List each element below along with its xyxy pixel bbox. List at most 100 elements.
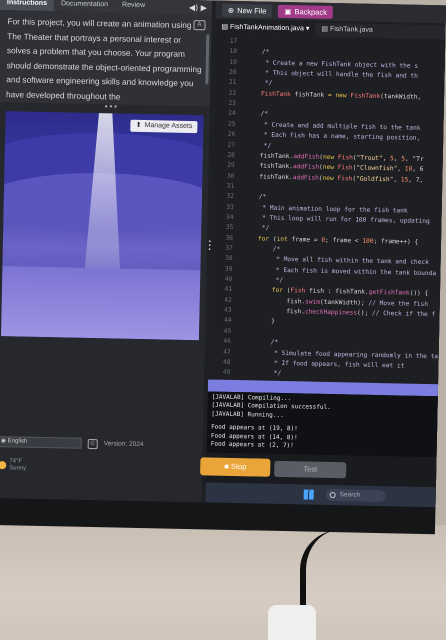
language-value: English xyxy=(7,438,28,445)
file-tab-fishtankanimation[interactable]: ▤ FishTankAnimation.java ▾ xyxy=(215,20,316,37)
stop-button[interactable]: ■ Stop xyxy=(200,457,271,477)
code-token: addFish xyxy=(293,153,320,161)
instructions-scrollbar[interactable] xyxy=(205,34,210,85)
theater-stage: ⬆ Manage Assets xyxy=(0,111,204,341)
code-token: */ xyxy=(243,224,270,232)
code-token: new xyxy=(322,153,339,161)
code-token: fish. xyxy=(241,307,305,316)
code-token: FishTank xyxy=(246,89,295,98)
line-number: 44 xyxy=(223,317,232,325)
code-token: FishTank xyxy=(350,92,381,100)
code-token: ; frame < xyxy=(324,236,363,245)
screen: Instructions Documentation Review ◀) ▶ F… xyxy=(0,0,446,508)
code-token: */ xyxy=(244,141,272,150)
search-icon xyxy=(329,492,336,499)
code-token: /* xyxy=(242,245,281,253)
code-token: /* xyxy=(240,338,279,347)
code-token: /* xyxy=(246,48,270,56)
version-label: Version: 2024 xyxy=(103,440,144,449)
line-number: 38 xyxy=(225,255,233,263)
code-token: 15 xyxy=(400,175,409,184)
console-output: [JAVALAB] Compiling... [JAVALAB] Compilat… xyxy=(206,391,446,459)
line-number: 21 xyxy=(228,79,237,87)
code-token: Fish xyxy=(337,153,353,162)
windows-start-icon[interactable] xyxy=(303,489,314,500)
desk-surface xyxy=(0,525,446,640)
line-number: 41 xyxy=(224,286,233,294)
footer-row: ◉ English © Version: 2024 xyxy=(0,436,144,450)
language-select[interactable]: ◉ English xyxy=(0,436,82,449)
backpack-button[interactable]: ▣ Backpack xyxy=(278,4,334,19)
manage-assets-button[interactable]: ⬆ Manage Assets xyxy=(130,119,198,134)
code-token: fish : fishTank. xyxy=(308,287,369,297)
line-number: 18 xyxy=(229,48,238,56)
translate-icon[interactable]: A xyxy=(193,20,206,31)
code-token: , 7, xyxy=(408,176,424,184)
line-number: 24 xyxy=(228,110,236,118)
copyright-icon[interactable]: © xyxy=(87,438,98,449)
manage-assets-label: Manage Assets xyxy=(144,122,193,131)
editor-toolbar: ⊕ New File ▣ Backpack xyxy=(215,0,446,24)
code-token: */ xyxy=(240,369,282,378)
code-token: for xyxy=(241,286,287,295)
line-number: 31 xyxy=(226,182,235,190)
code-token: , 6 xyxy=(412,165,424,174)
code-token: , xyxy=(393,155,402,163)
code-token: fish. xyxy=(241,296,306,306)
line-number: 25 xyxy=(227,120,236,128)
weather-desc: Sunny xyxy=(9,465,27,472)
code-editor[interactable]: 17 18 /* 19 * Create a new FishTank object… xyxy=(208,36,446,382)
plus-icon: ⊕ xyxy=(227,5,235,15)
search-placeholder: Search xyxy=(339,491,361,499)
code-token: addFish xyxy=(292,173,319,182)
code-token: new xyxy=(322,163,338,172)
line-number: 39 xyxy=(224,265,233,273)
line-number: 42 xyxy=(224,296,232,304)
code-token: checkHappiness xyxy=(304,308,358,317)
test-label: Test xyxy=(303,464,318,474)
monitor-bezel: Instructions Documentation Review ◀) ▶ F… xyxy=(0,0,446,535)
taskbar-search-input[interactable]: Search xyxy=(325,488,386,503)
editor-panel: ⊕ New File ▣ Backpack ▤ FishTankAnimatio… xyxy=(200,0,446,508)
instructions-panel: For this project, you will create an ani… xyxy=(0,9,212,107)
line-number: 36 xyxy=(225,234,234,242)
code-token: * If food appears, fish will eat it xyxy=(240,358,405,370)
speaker-icon[interactable]: ◀) ▶ xyxy=(189,2,212,11)
code-token: "Trout" xyxy=(356,154,383,162)
os-taskbar: Search xyxy=(205,482,446,508)
line-number: 30 xyxy=(226,172,235,180)
code-token: , "Tr xyxy=(404,155,424,163)
code-token: Fish xyxy=(337,174,353,182)
resize-handle-icon[interactable]: ••• xyxy=(104,102,118,111)
code-token: "Clownfish" xyxy=(356,164,398,173)
code-token: frame = xyxy=(291,235,322,244)
tab-review[interactable]: Review xyxy=(115,0,152,13)
line-number: 47 xyxy=(223,348,231,356)
line-number: 19 xyxy=(229,58,237,66)
stop-label: Stop xyxy=(230,461,247,472)
weather-widget[interactable]: 74°F Sunny xyxy=(0,458,26,473)
test-button[interactable]: Test xyxy=(274,460,347,479)
upload-icon: ⬆ xyxy=(135,121,142,129)
backpack-icon: ▣ xyxy=(284,6,292,16)
code-token: fishTank xyxy=(294,90,329,99)
code-token: for xyxy=(242,234,273,243)
line-number: 45 xyxy=(223,327,232,335)
line-number: 17 xyxy=(229,37,238,45)
code-token: /* xyxy=(243,193,267,201)
code-token: int xyxy=(276,235,292,243)
line-number: 40 xyxy=(224,275,233,283)
stage-floor xyxy=(0,266,201,341)
file-tab-label: FishTank.java xyxy=(329,25,373,34)
file-tab-fishtank[interactable]: ▤ FishTank.java xyxy=(315,23,379,38)
new-file-button[interactable]: ⊕ New File xyxy=(221,3,273,18)
line-number: 29 xyxy=(227,161,235,170)
line-number: 43 xyxy=(224,306,232,315)
line-number: 37 xyxy=(225,244,233,252)
code-token: // Check if the f xyxy=(371,309,436,319)
code-token: "Goldfish" xyxy=(356,175,394,183)
code-token: */ xyxy=(246,79,273,88)
sun-icon xyxy=(0,461,7,470)
code-token: ()) { xyxy=(409,290,429,298)
backpack-label: Backpack xyxy=(294,6,328,17)
